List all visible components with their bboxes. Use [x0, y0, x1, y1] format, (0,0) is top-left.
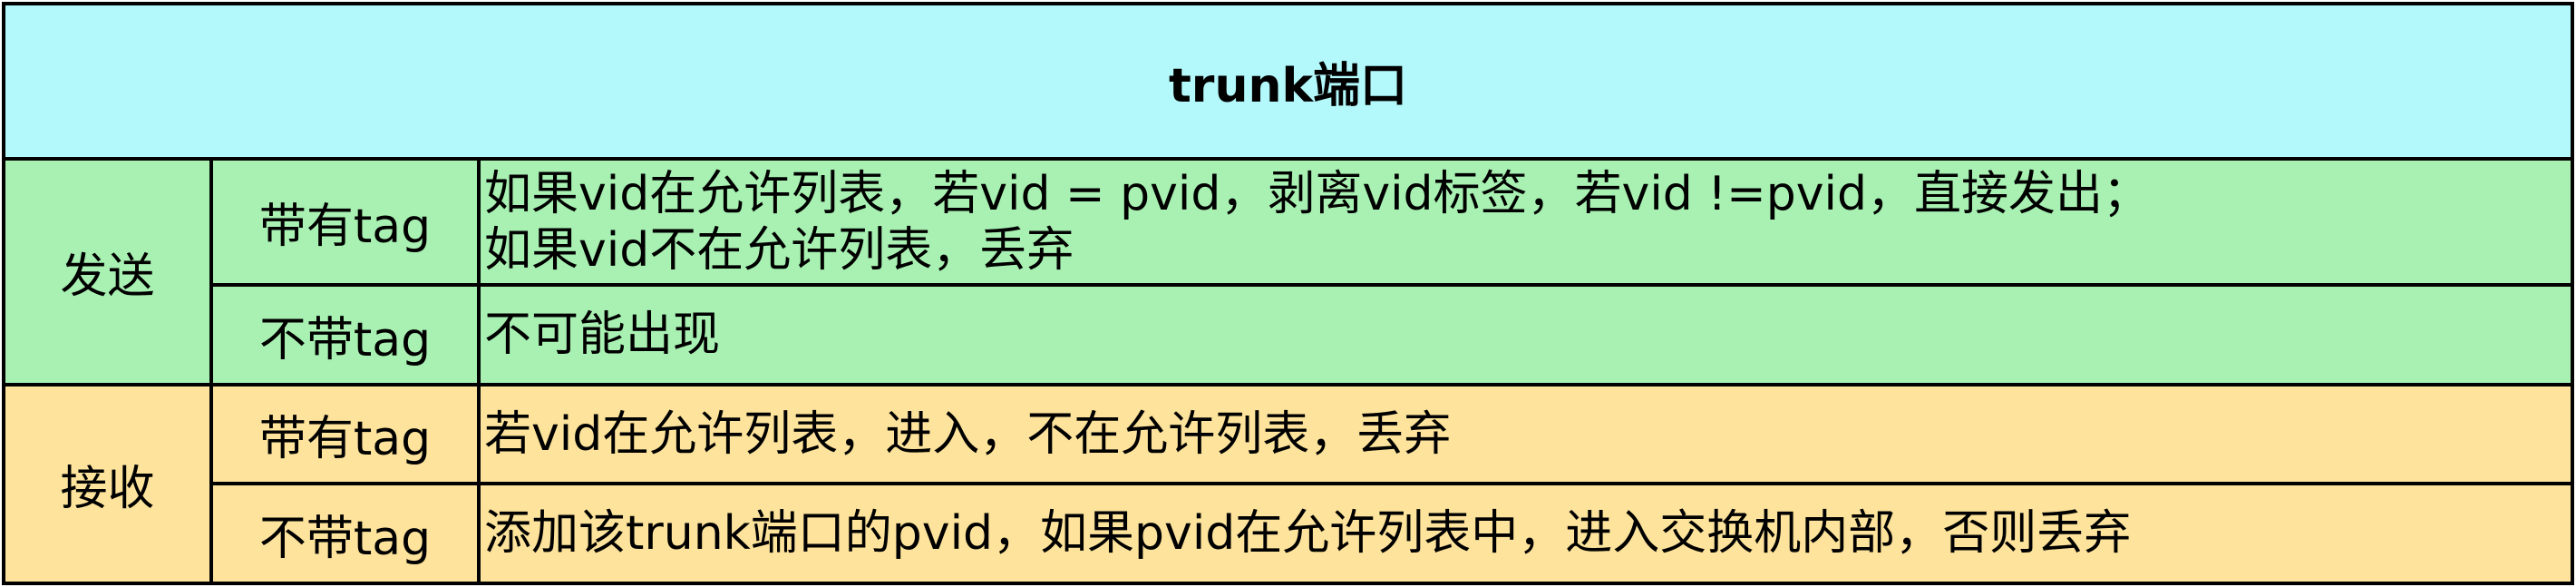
send-label: 发送 — [2, 157, 213, 386]
receive-untagged-description: 添加该trunk端口的pvid，如果pvid在允许列表中，进入交换机内部，否则丢… — [477, 482, 2574, 585]
receive-tagged-label: 带有tag — [209, 382, 481, 486]
send-untagged-description: 不可能出现 — [477, 283, 2574, 386]
table-title: trunk端口 — [2, 2, 2574, 161]
send-tagged-label: 带有tag — [209, 156, 481, 288]
receive-untagged-label: 不带tag — [209, 482, 481, 585]
send-tagged-description: 如果vid在允许列表，若vid = pvid，剥离vid标签，若vid !=pv… — [477, 156, 2574, 288]
trunk-port-table: trunk端口 发送 带有tag 如果vid在允许列表，若vid = pvid，… — [2, 2, 2574, 586]
receive-label: 接收 — [2, 382, 213, 586]
send-tagged-line-1: 如果vid在允许列表，若vid = pvid，剥离vid标签，若vid !=pv… — [484, 166, 2150, 221]
send-untagged-label: 不带tag — [209, 283, 481, 386]
send-tagged-line-2: 如果vid不在允许列表，丢弃 — [484, 222, 1074, 278]
receive-tagged-description: 若vid在允许列表，进入，不在允许列表，丢弃 — [477, 382, 2574, 486]
